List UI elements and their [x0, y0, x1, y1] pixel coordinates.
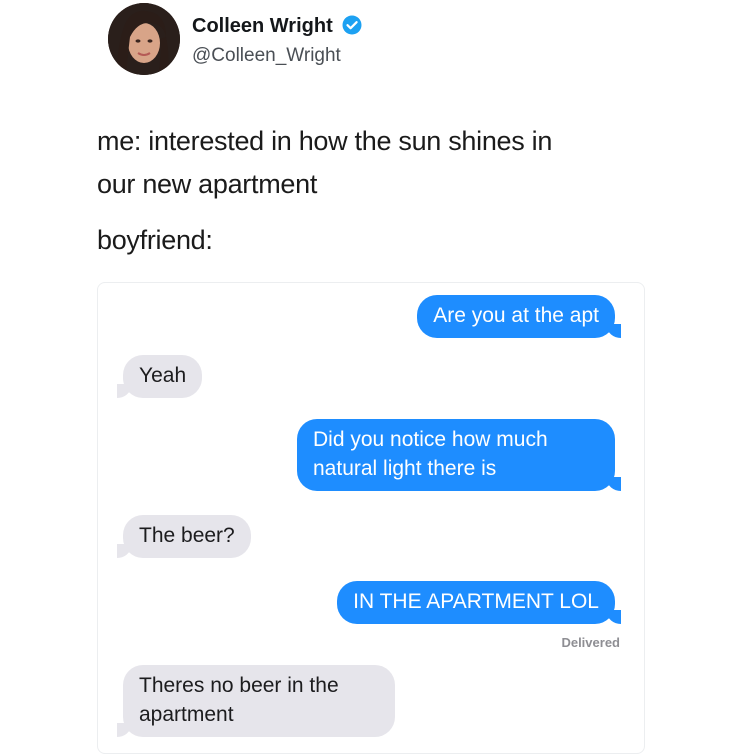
tweet-text-line: me: interested in how the sun shines in	[97, 126, 553, 156]
delivered-status: Delivered	[561, 635, 620, 650]
tweet-header: Colleen Wright @Colleen_Wright	[108, 3, 708, 83]
avatar[interactable]	[108, 3, 180, 75]
chat-screenshot: Are you at the apt Yeah Did you notice h…	[97, 282, 645, 754]
incoming-message: Yeah	[116, 355, 203, 398]
display-name[interactable]: Colleen Wright	[192, 15, 362, 38]
outgoing-message: Are you at the apt	[417, 295, 621, 338]
user-handle[interactable]: @Colleen_Wright	[192, 45, 341, 67]
avatar-photo-icon	[108, 3, 180, 75]
display-name-text: Colleen Wright	[192, 15, 333, 37]
outgoing-message: Did you notice how much natural light th…	[297, 419, 621, 491]
tweet-text-line: boyfriend:	[97, 225, 213, 255]
outgoing-message: IN THE APARTMENT LOL	[337, 581, 621, 624]
incoming-message: The beer?	[117, 515, 251, 558]
tweet-text-line: our new apartment	[97, 169, 318, 200]
tweet-text: me: interested in how the sun shines in …	[97, 120, 657, 206]
verified-badge-icon	[342, 15, 362, 35]
incoming-message: Theres no beer in the apartment	[117, 665, 395, 737]
